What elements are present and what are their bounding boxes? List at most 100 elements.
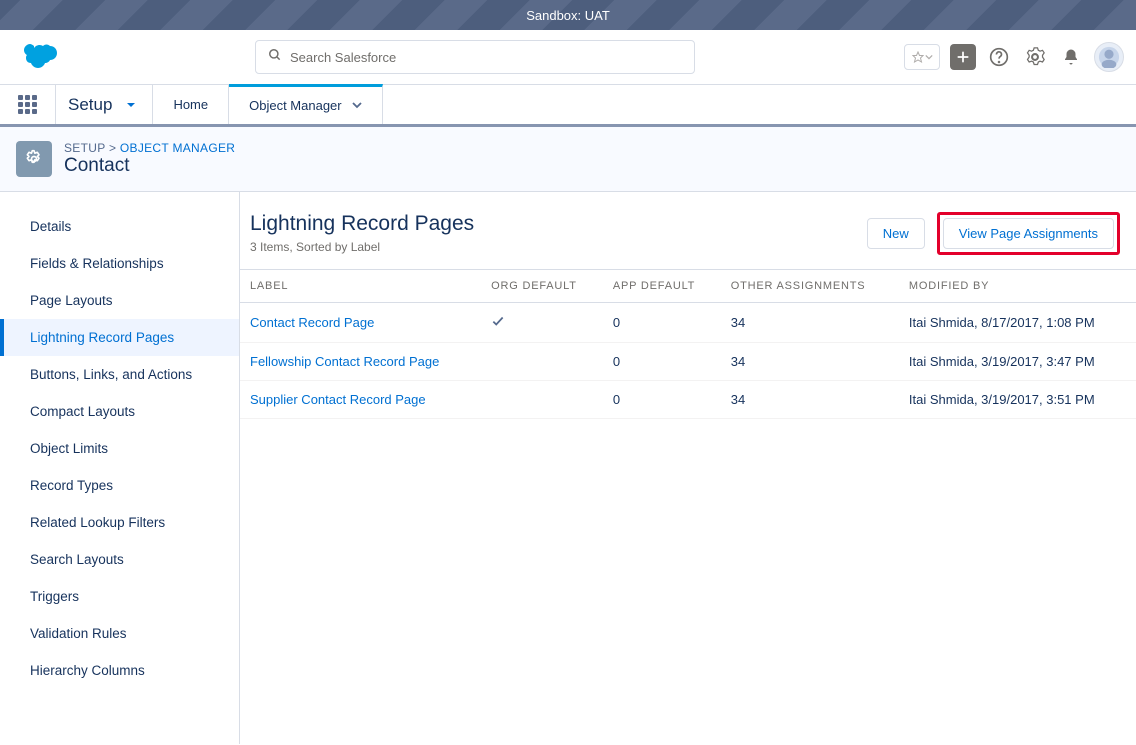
highlight-annotation: View Page Assignments — [937, 212, 1120, 255]
waffle-icon — [18, 95, 38, 115]
col-label[interactable]: LABEL — [240, 270, 481, 303]
sidebar-item-label: Hierarchy Columns — [30, 663, 145, 678]
sidebar-item-page-layouts[interactable]: Page Layouts — [0, 282, 239, 319]
main-title-block: Lightning Record Pages 3 Items, Sorted b… — [250, 212, 474, 254]
search-icon — [268, 48, 282, 67]
view-page-assignments-button[interactable]: View Page Assignments — [943, 218, 1114, 249]
sidebar-item-search-layouts[interactable]: Search Layouts — [0, 541, 239, 578]
main-subtitle: 3 Items, Sorted by Label — [250, 240, 474, 254]
bell-icon — [1062, 48, 1080, 66]
object-sidebar: Details Fields & Relationships Page Layo… — [0, 192, 240, 744]
sidebar-item-label: Page Layouts — [30, 293, 113, 308]
cell-app-default: 0 — [603, 303, 721, 343]
question-icon — [989, 47, 1009, 67]
cell-modified: Itai Shmida, 3/19/2017, 3:47 PM — [899, 343, 1136, 381]
user-avatar[interactable] — [1094, 42, 1124, 72]
sandbox-label: Sandbox: UAT — [526, 8, 610, 23]
sidebar-item-label: Triggers — [30, 589, 79, 604]
col-other-assignments[interactable]: OTHER ASSIGNMENTS — [721, 270, 899, 303]
chevron-down-icon — [352, 98, 362, 113]
table-row: Supplier Contact Record Page 0 34 Itai S… — [240, 381, 1136, 419]
cell-modified: Itai Shmida, 3/19/2017, 3:51 PM — [899, 381, 1136, 419]
sidebar-item-label: Search Layouts — [30, 552, 124, 567]
new-button[interactable]: New — [867, 218, 925, 249]
caret-down-icon — [126, 95, 136, 115]
nav-tab-label: Object Manager — [249, 98, 342, 113]
setup-gear-button[interactable] — [1022, 44, 1048, 70]
sidebar-item-label: Details — [30, 219, 71, 234]
sidebar-item-label: Related Lookup Filters — [30, 515, 165, 530]
main-header: Lightning Record Pages 3 Items, Sorted b… — [240, 212, 1136, 269]
sandbox-banner: Sandbox: UAT — [0, 0, 1136, 30]
main-actions: New View Page Assignments — [867, 212, 1120, 255]
sidebar-item-validation-rules[interactable]: Validation Rules — [0, 615, 239, 652]
breadcrumb-prefix: SETUP — [64, 141, 105, 155]
sidebar-item-compact-layouts[interactable]: Compact Layouts — [0, 393, 239, 430]
sidebar-item-object-limits[interactable]: Object Limits — [0, 430, 239, 467]
cell-other: 34 — [721, 343, 899, 381]
main-title: Lightning Record Pages — [250, 212, 474, 236]
sidebar-item-label: Compact Layouts — [30, 404, 135, 419]
sidebar-item-label: Object Limits — [30, 441, 108, 456]
help-button[interactable] — [986, 44, 1012, 70]
global-header — [0, 30, 1136, 85]
sidebar-item-fields[interactable]: Fields & Relationships — [0, 245, 239, 282]
record-page-link[interactable]: Fellowship Contact Record Page — [250, 354, 439, 369]
cell-other: 34 — [721, 381, 899, 419]
app-nav-bar: Setup Home Object Manager — [0, 85, 1136, 127]
app-name-label: Setup — [68, 95, 112, 115]
cell-org-default — [481, 343, 603, 381]
breadcrumb-link[interactable]: OBJECT MANAGER — [120, 141, 235, 155]
table-row: Fellowship Contact Record Page 0 34 Itai… — [240, 343, 1136, 381]
astro-icon — [1098, 46, 1120, 68]
col-org-default[interactable]: ORG DEFAULT — [481, 270, 603, 303]
cell-other: 34 — [721, 303, 899, 343]
sidebar-item-label: Buttons, Links, and Actions — [30, 367, 192, 382]
sidebar-item-label: Validation Rules — [30, 626, 127, 641]
sidebar-item-record-types[interactable]: Record Types — [0, 467, 239, 504]
cell-app-default: 0 — [603, 381, 721, 419]
check-icon — [491, 316, 505, 331]
global-actions-button[interactable] — [950, 44, 976, 70]
sidebar-item-triggers[interactable]: Triggers — [0, 578, 239, 615]
search-input[interactable] — [290, 50, 682, 65]
app-launcher-button[interactable] — [0, 85, 56, 124]
object-page-header: SETUP > OBJECT MANAGER Contact — [0, 127, 1136, 192]
favorites-button[interactable] — [904, 44, 940, 70]
app-name[interactable]: Setup — [56, 85, 153, 124]
header-utilities — [904, 42, 1124, 72]
sidebar-item-label: Record Types — [30, 478, 113, 493]
nav-tab-label: Home — [173, 97, 208, 112]
breadcrumb-block: SETUP > OBJECT MANAGER Contact — [64, 141, 235, 177]
nav-tab-home[interactable]: Home — [153, 85, 229, 124]
cell-org-default — [481, 381, 603, 419]
gear-icon — [1025, 47, 1045, 67]
sidebar-item-buttons-links-actions[interactable]: Buttons, Links, and Actions — [0, 356, 239, 393]
sidebar-item-details[interactable]: Details — [0, 208, 239, 245]
content-area: Details Fields & Relationships Page Layo… — [0, 192, 1136, 744]
gear-icon — [24, 149, 44, 169]
cell-modified: Itai Shmida, 8/17/2017, 1:08 PM — [899, 303, 1136, 343]
sidebar-item-label: Lightning Record Pages — [30, 330, 174, 345]
col-modified-by[interactable]: MODIFIED BY — [899, 270, 1136, 303]
record-page-link[interactable]: Contact Record Page — [250, 315, 374, 330]
main-panel: Lightning Record Pages 3 Items, Sorted b… — [240, 192, 1136, 744]
global-search[interactable] — [255, 40, 695, 74]
chevron-down-icon — [925, 53, 933, 61]
record-pages-table: LABEL ORG DEFAULT APP DEFAULT OTHER ASSI… — [240, 269, 1136, 419]
sidebar-item-lightning-record-pages[interactable]: Lightning Record Pages — [0, 319, 239, 356]
record-page-link[interactable]: Supplier Contact Record Page — [250, 392, 426, 407]
sidebar-item-hierarchy-columns[interactable]: Hierarchy Columns — [0, 652, 239, 689]
salesforce-logo[interactable] — [16, 42, 60, 72]
sidebar-item-label: Fields & Relationships — [30, 256, 164, 271]
object-title: Contact — [64, 155, 235, 177]
cell-app-default: 0 — [603, 343, 721, 381]
table-row: Contact Record Page 0 34 Itai Shmida, 8/… — [240, 303, 1136, 343]
notifications-button[interactable] — [1058, 44, 1084, 70]
sidebar-item-related-lookup-filters[interactable]: Related Lookup Filters — [0, 504, 239, 541]
plus-icon — [956, 50, 970, 64]
col-app-default[interactable]: APP DEFAULT — [603, 270, 721, 303]
setup-entity-icon — [16, 141, 52, 177]
breadcrumb: SETUP > OBJECT MANAGER — [64, 141, 235, 155]
nav-tab-object-manager[interactable]: Object Manager — [229, 84, 383, 124]
